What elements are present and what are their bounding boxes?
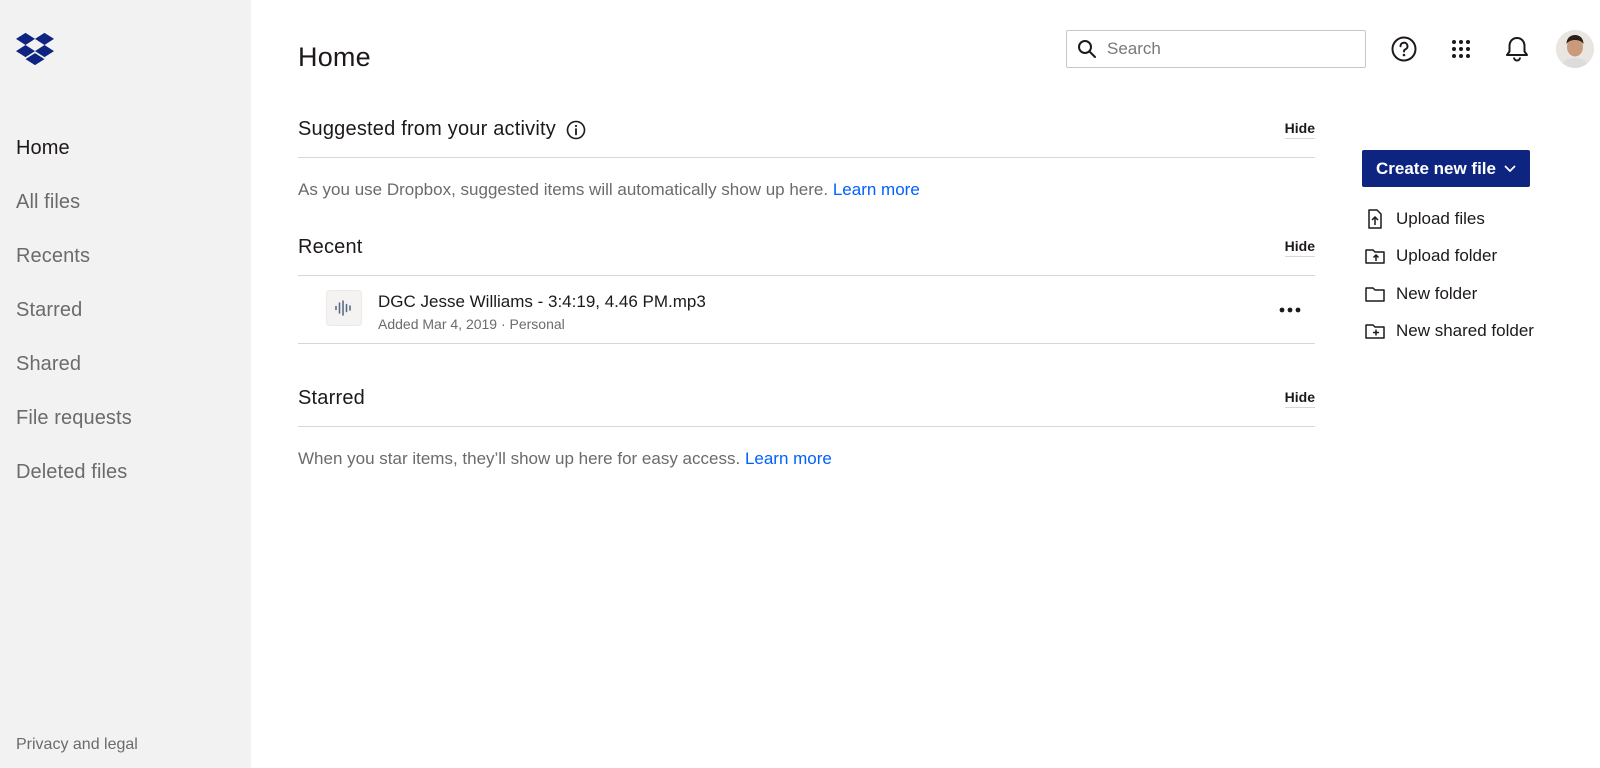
suggested-section-title: Suggested from your activity [298,118,586,141]
sidebar: Home All files Recents Starred Shared Fi… [0,0,251,768]
upload-folder-action[interactable]: Upload folder [1364,238,1534,276]
sidebar-nav: Home All files Recents Starred Shared Fi… [16,130,132,508]
upload-folder-label: Upload folder [1396,246,1498,266]
starred-empty-text: When you star items, they’ll show up her… [298,449,832,469]
more-options-button[interactable] [1276,300,1304,320]
bell-icon [1506,37,1528,62]
quick-actions-list: Upload files Upload folder New folder Ne… [1364,200,1534,350]
new-shared-folder-label: New shared folder [1396,321,1534,341]
dropbox-logo-icon[interactable] [16,32,54,66]
user-avatar-icon [1556,30,1594,68]
upload-files-action[interactable]: Upload files [1364,200,1534,238]
notifications-button[interactable] [1502,34,1532,64]
recent-section-header: Recent Hide [298,220,1315,276]
more-horizontal-icon [1279,307,1301,313]
suggested-empty-message: As you use Dropbox, suggested items will… [298,180,829,199]
create-new-file-button[interactable]: Create new file [1362,150,1530,187]
app-grid-icon [1452,40,1470,58]
page-title: Home [298,42,371,72]
chevron-down-icon [1504,165,1516,172]
starred-section-header: Starred Hide [298,371,1315,427]
recent-hide-button[interactable]: Hide [1284,238,1315,257]
search-input[interactable] [1107,39,1347,59]
help-button[interactable] [1389,34,1419,64]
search-box[interactable] [1066,30,1366,68]
recent-section-title: Recent [298,236,363,258]
new-shared-folder-action[interactable]: New shared folder [1364,313,1534,351]
sidebar-item-deleted-files[interactable]: Deleted files [16,454,132,508]
audio-file-icon [326,290,362,326]
avatar[interactable] [1556,30,1594,68]
privacy-legal-link[interactable]: Privacy and legal [16,736,138,754]
folder-icon [1365,287,1385,302]
starred-learn-more-link[interactable]: Learn more [745,449,832,468]
shared-folder-icon [1365,324,1385,339]
upload-folder-icon [1365,249,1385,264]
starred-hide-button[interactable]: Hide [1284,389,1315,408]
starred-section-title: Starred [298,387,365,409]
search-icon [1078,40,1096,58]
new-folder-action[interactable]: New folder [1364,275,1534,313]
info-icon[interactable] [566,120,586,140]
sidebar-item-starred[interactable]: Starred [16,292,132,346]
file-meta: Added Mar 4, 2019 · Personal [378,316,565,332]
create-new-file-label: Create new file [1376,158,1496,178]
upload-files-label: Upload files [1396,208,1485,228]
starred-empty-message: When you star items, they’ll show up her… [298,449,741,468]
table-row[interactable]: DGC Jesse Williams - 3:4:19, 4.46 PM.mp3… [298,276,1315,344]
suggested-hide-button[interactable]: Hide [1284,120,1315,139]
suggested-section-header: Suggested from your activity Hide [298,102,1315,158]
sidebar-item-home[interactable]: Home [16,130,132,184]
suggested-title-text: Suggested from your activity [298,118,556,140]
apps-button[interactable] [1446,34,1476,64]
sidebar-item-shared[interactable]: Shared [16,346,132,400]
suggested-empty-text: As you use Dropbox, suggested items will… [298,180,920,200]
file-name[interactable]: DGC Jesse Williams - 3:4:19, 4.46 PM.mp3 [378,292,706,312]
help-icon [1391,36,1417,62]
new-folder-label: New folder [1396,283,1478,303]
sidebar-item-recents[interactable]: Recents [16,238,132,292]
upload-file-icon [1368,209,1382,229]
suggested-learn-more-link[interactable]: Learn more [833,180,920,199]
sidebar-item-file-requests[interactable]: File requests [16,400,132,454]
sidebar-item-all-files[interactable]: All files [16,184,132,238]
